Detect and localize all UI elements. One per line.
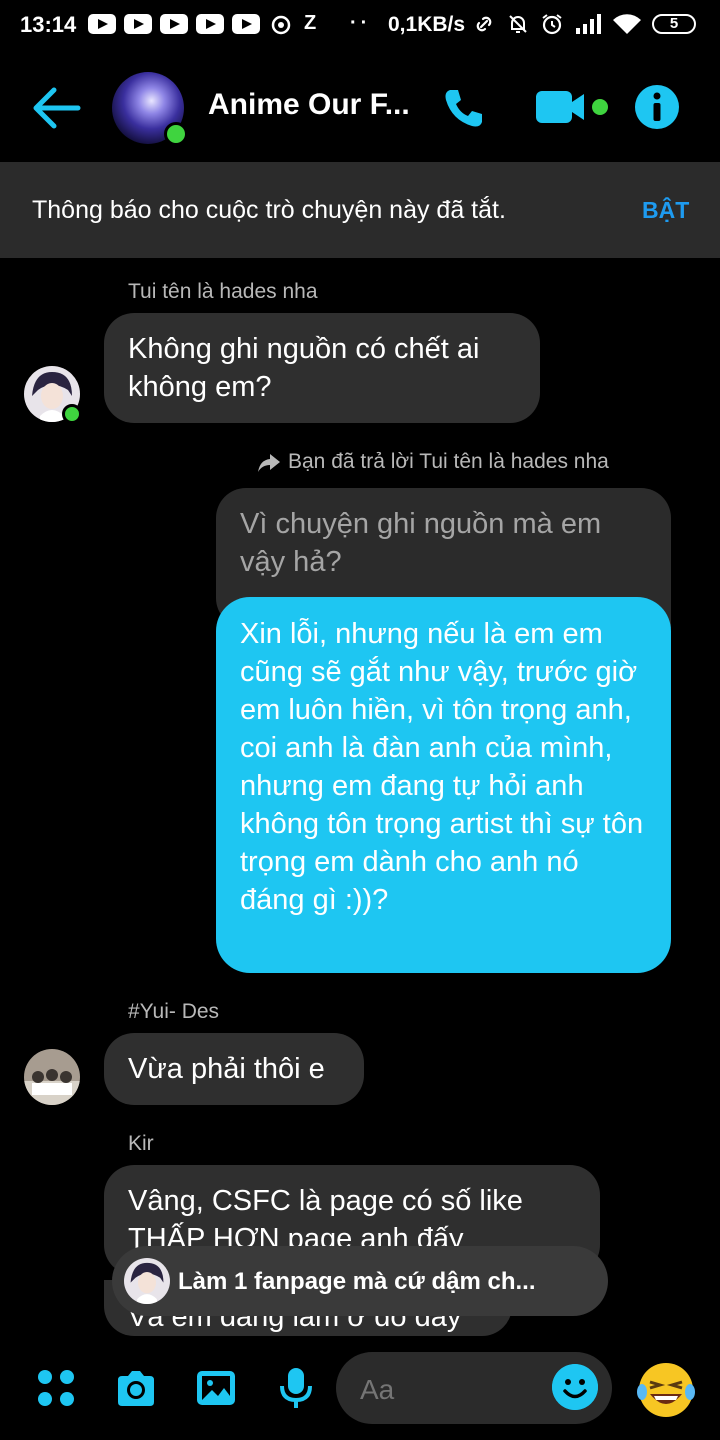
message-bubble-sent[interactable]: Xin lỗi, nhưng nếu là em em cũng sẽ gắt … — [216, 597, 671, 973]
sender-avatar[interactable] — [24, 1049, 80, 1105]
latest-message-preview[interactable]: Làm 1 fanpage mà cứ dậm ch... — [112, 1246, 608, 1316]
link-icon — [476, 16, 492, 32]
online-status-dot — [62, 404, 82, 424]
message-input[interactable] — [360, 1374, 540, 1406]
message-bubble[interactable]: Vừa phải thôi e — [104, 1033, 364, 1105]
sender-name: Tui tên là hades nha — [128, 280, 318, 303]
youtube-notification-icon — [160, 14, 188, 34]
more-notifications-icon: ·· — [350, 12, 372, 34]
reply-context-label: Bạn đã trả lời Tui tên là hades nha — [288, 450, 609, 473]
muted-notification-banner: Thông báo cho cuộc trò chuyện này đã tắt… — [0, 162, 720, 258]
zalo-notification-icon: Z — [304, 12, 317, 34]
preview-text: Làm 1 fanpage mà cứ dậm ch... — [178, 1268, 536, 1295]
status-time: 13:14 — [20, 12, 77, 37]
smiley-emoji-icon[interactable] — [552, 1364, 598, 1410]
menu-grid-icon[interactable] — [34, 1366, 78, 1410]
microphone-icon[interactable] — [274, 1366, 318, 1410]
wifi-icon — [613, 14, 641, 34]
battery-indicator: 5 — [652, 14, 696, 34]
message-text: Vừa phải thôi e — [128, 1053, 325, 1085]
enable-notifications-button[interactable]: BẬT — [642, 197, 689, 224]
info-icon[interactable] — [634, 84, 680, 130]
laughing-emoji-icon[interactable] — [636, 1360, 696, 1420]
quoted-text: Vì chuyện ghi nguồn mà em vậy hả? — [240, 508, 602, 578]
sender-name: Kir — [128, 1132, 154, 1155]
network-speed: 0,1KB/s — [388, 13, 466, 36]
camera-icon[interactable] — [114, 1366, 158, 1410]
youtube-notification-icon — [196, 14, 224, 34]
banner-text: Thông báo cho cuộc trò chuyện này đã tắt… — [32, 196, 506, 224]
status-bar: 13:14 Z ·· 0,1KB/s 5 — [0, 0, 720, 52]
chat-header: Anime Our F... — [0, 52, 720, 162]
message-text: Xin lỗi, nhưng nếu là em em cũng sẽ gắt … — [240, 618, 644, 916]
video-camera-icon[interactable] — [536, 88, 612, 126]
online-status-dot — [164, 122, 188, 146]
message-text: Không ghi nguồn có chết ai không em? — [128, 333, 480, 403]
camera-notification-icon — [271, 15, 291, 35]
youtube-notification-icon — [232, 14, 260, 34]
phone-icon[interactable] — [440, 84, 488, 132]
message-composer — [0, 1336, 720, 1440]
back-arrow-icon[interactable] — [30, 86, 82, 130]
message-bubble[interactable]: Không ghi nguồn có chết ai không em? — [104, 313, 540, 423]
conversation-title[interactable]: Anime Our F... — [208, 88, 410, 122]
message-input-box[interactable] — [336, 1352, 612, 1424]
alarm-icon — [542, 14, 562, 35]
gallery-icon[interactable] — [194, 1366, 238, 1410]
reply-arrow-icon — [258, 454, 280, 472]
preview-avatar — [124, 1258, 170, 1304]
mute-bell-icon — [509, 15, 527, 33]
youtube-notification-icon — [124, 14, 152, 34]
signal-icon — [576, 14, 601, 34]
youtube-notification-icon — [88, 14, 116, 34]
message-text: Vâng, CSFC là page có số like THẤP HƠN p… — [128, 1185, 523, 1255]
sender-name: #Yui- Des — [128, 1000, 220, 1023]
